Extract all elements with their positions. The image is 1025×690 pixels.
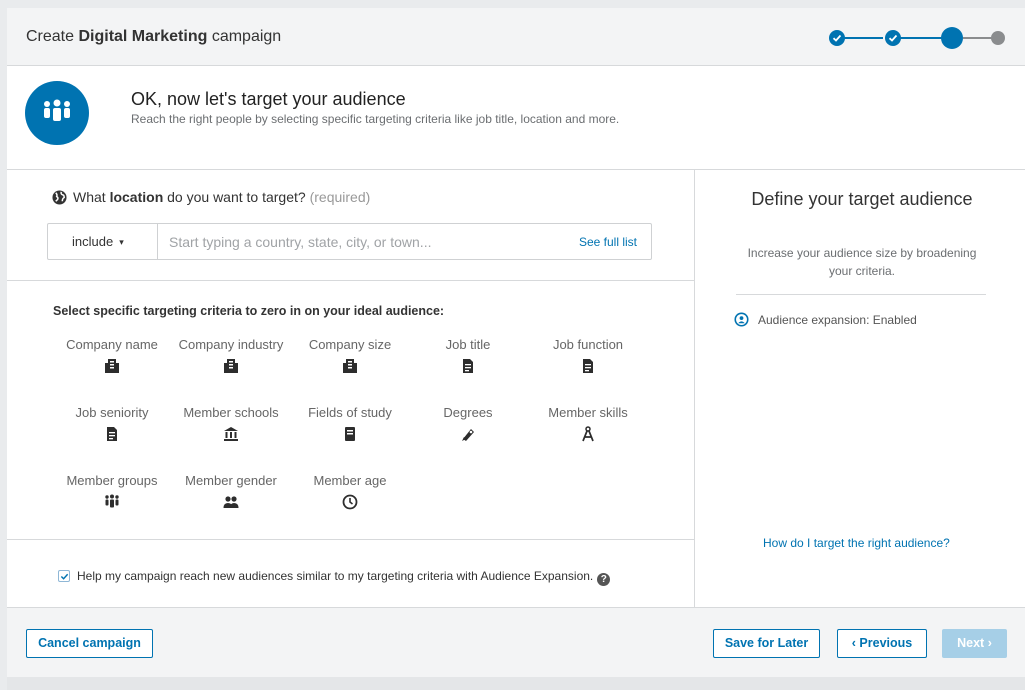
document-icon xyxy=(463,359,473,373)
step-connector xyxy=(963,37,993,39)
criteria-company-size[interactable]: Company size xyxy=(290,337,410,374)
section-divider xyxy=(7,280,694,281)
save-for-later-button[interactable]: Save for Later xyxy=(713,629,820,658)
audience-group-icon xyxy=(25,81,89,145)
column-divider xyxy=(694,170,695,607)
intro-title: OK, now let's target your audience xyxy=(131,89,406,109)
group-icon xyxy=(105,494,119,508)
globe-icon xyxy=(52,190,67,205)
criteria-degrees[interactable]: Degrees xyxy=(408,405,528,442)
audience-expansion-option: Help my campaign reach new audiences sim… xyxy=(58,569,611,586)
step-connector xyxy=(897,37,945,39)
section-divider xyxy=(736,294,986,295)
wizard-footer: Cancel campaign Save for Later ‹ Previou… xyxy=(7,607,1025,677)
criteria-company-name[interactable]: Company name xyxy=(52,337,172,374)
right-panel-title: Define your target audience xyxy=(751,189,973,209)
wizard-header: Create Digital Marketing campaign xyxy=(7,8,1025,66)
step-3-current xyxy=(941,27,963,49)
intro-subtitle: Reach the right people by selecting spec… xyxy=(131,112,620,126)
people-icon xyxy=(223,496,239,508)
document-icon xyxy=(107,427,117,441)
check-icon xyxy=(832,34,842,42)
diploma-icon xyxy=(462,429,474,441)
criteria-heading: Select specific targeting criteria to ze… xyxy=(53,304,445,318)
section-divider xyxy=(7,539,694,540)
help-icon[interactable]: ? xyxy=(597,573,611,586)
include-dropdown[interactable]: include ▾ xyxy=(48,224,158,259)
clock-icon xyxy=(342,494,358,510)
location-question: What location do you want to target? (re… xyxy=(52,189,370,205)
criteria-member-gender[interactable]: Member gender xyxy=(171,473,291,510)
right-panel-subtitle: Increase your audience size by broadenin… xyxy=(747,246,977,278)
criteria-member-age[interactable]: Member age xyxy=(290,473,410,510)
book-icon xyxy=(345,427,355,441)
see-full-list-link[interactable]: See full list xyxy=(579,235,637,249)
criteria-member-schools[interactable]: Member schools xyxy=(171,405,291,442)
criteria-job-function[interactable]: Job function xyxy=(528,337,648,374)
institution-icon xyxy=(224,427,238,441)
target-help-link[interactable]: How do I target the right audience? xyxy=(763,536,950,550)
criteria-fields-of-study[interactable]: Fields of study xyxy=(290,405,410,442)
check-icon xyxy=(60,573,69,580)
cancel-campaign-button[interactable]: Cancel campaign xyxy=(26,629,153,658)
criteria-member-skills[interactable]: Member skills xyxy=(528,405,648,442)
criteria-company-industry[interactable]: Company industry xyxy=(171,337,291,374)
page-title: Create Digital Marketing campaign xyxy=(26,28,282,45)
building-icon xyxy=(343,359,357,373)
building-icon xyxy=(105,359,119,373)
location-input[interactable] xyxy=(160,225,555,258)
bottom-strip xyxy=(7,677,1025,690)
check-icon xyxy=(888,34,898,42)
step-connector xyxy=(843,37,883,39)
step-4-upcoming xyxy=(991,31,1005,45)
user-circle-icon xyxy=(734,312,749,327)
criteria-member-groups[interactable]: Member groups xyxy=(52,473,172,510)
campaign-wizard-panel: Create Digital Marketing campaign OK, no… xyxy=(7,8,1025,690)
document-icon xyxy=(583,359,593,373)
next-button[interactable]: Next › xyxy=(942,629,1007,658)
step-2-complete xyxy=(885,30,901,46)
previous-button[interactable]: ‹ Previous xyxy=(837,629,927,658)
criteria-job-title[interactable]: Job title xyxy=(408,337,528,374)
step-1-complete xyxy=(829,30,845,46)
building-icon xyxy=(224,359,238,373)
location-field: include▾ See full list xyxy=(47,223,652,260)
criteria-job-seniority[interactable]: Job seniority xyxy=(52,405,172,442)
audience-expansion-status: Audience expansion: Enabled xyxy=(734,312,917,327)
caret-down-icon: ▾ xyxy=(119,237,124,247)
audience-expansion-checkbox[interactable] xyxy=(58,570,70,582)
progress-stepper xyxy=(827,26,1007,50)
section-divider xyxy=(7,169,1025,170)
compass-icon xyxy=(582,426,594,442)
